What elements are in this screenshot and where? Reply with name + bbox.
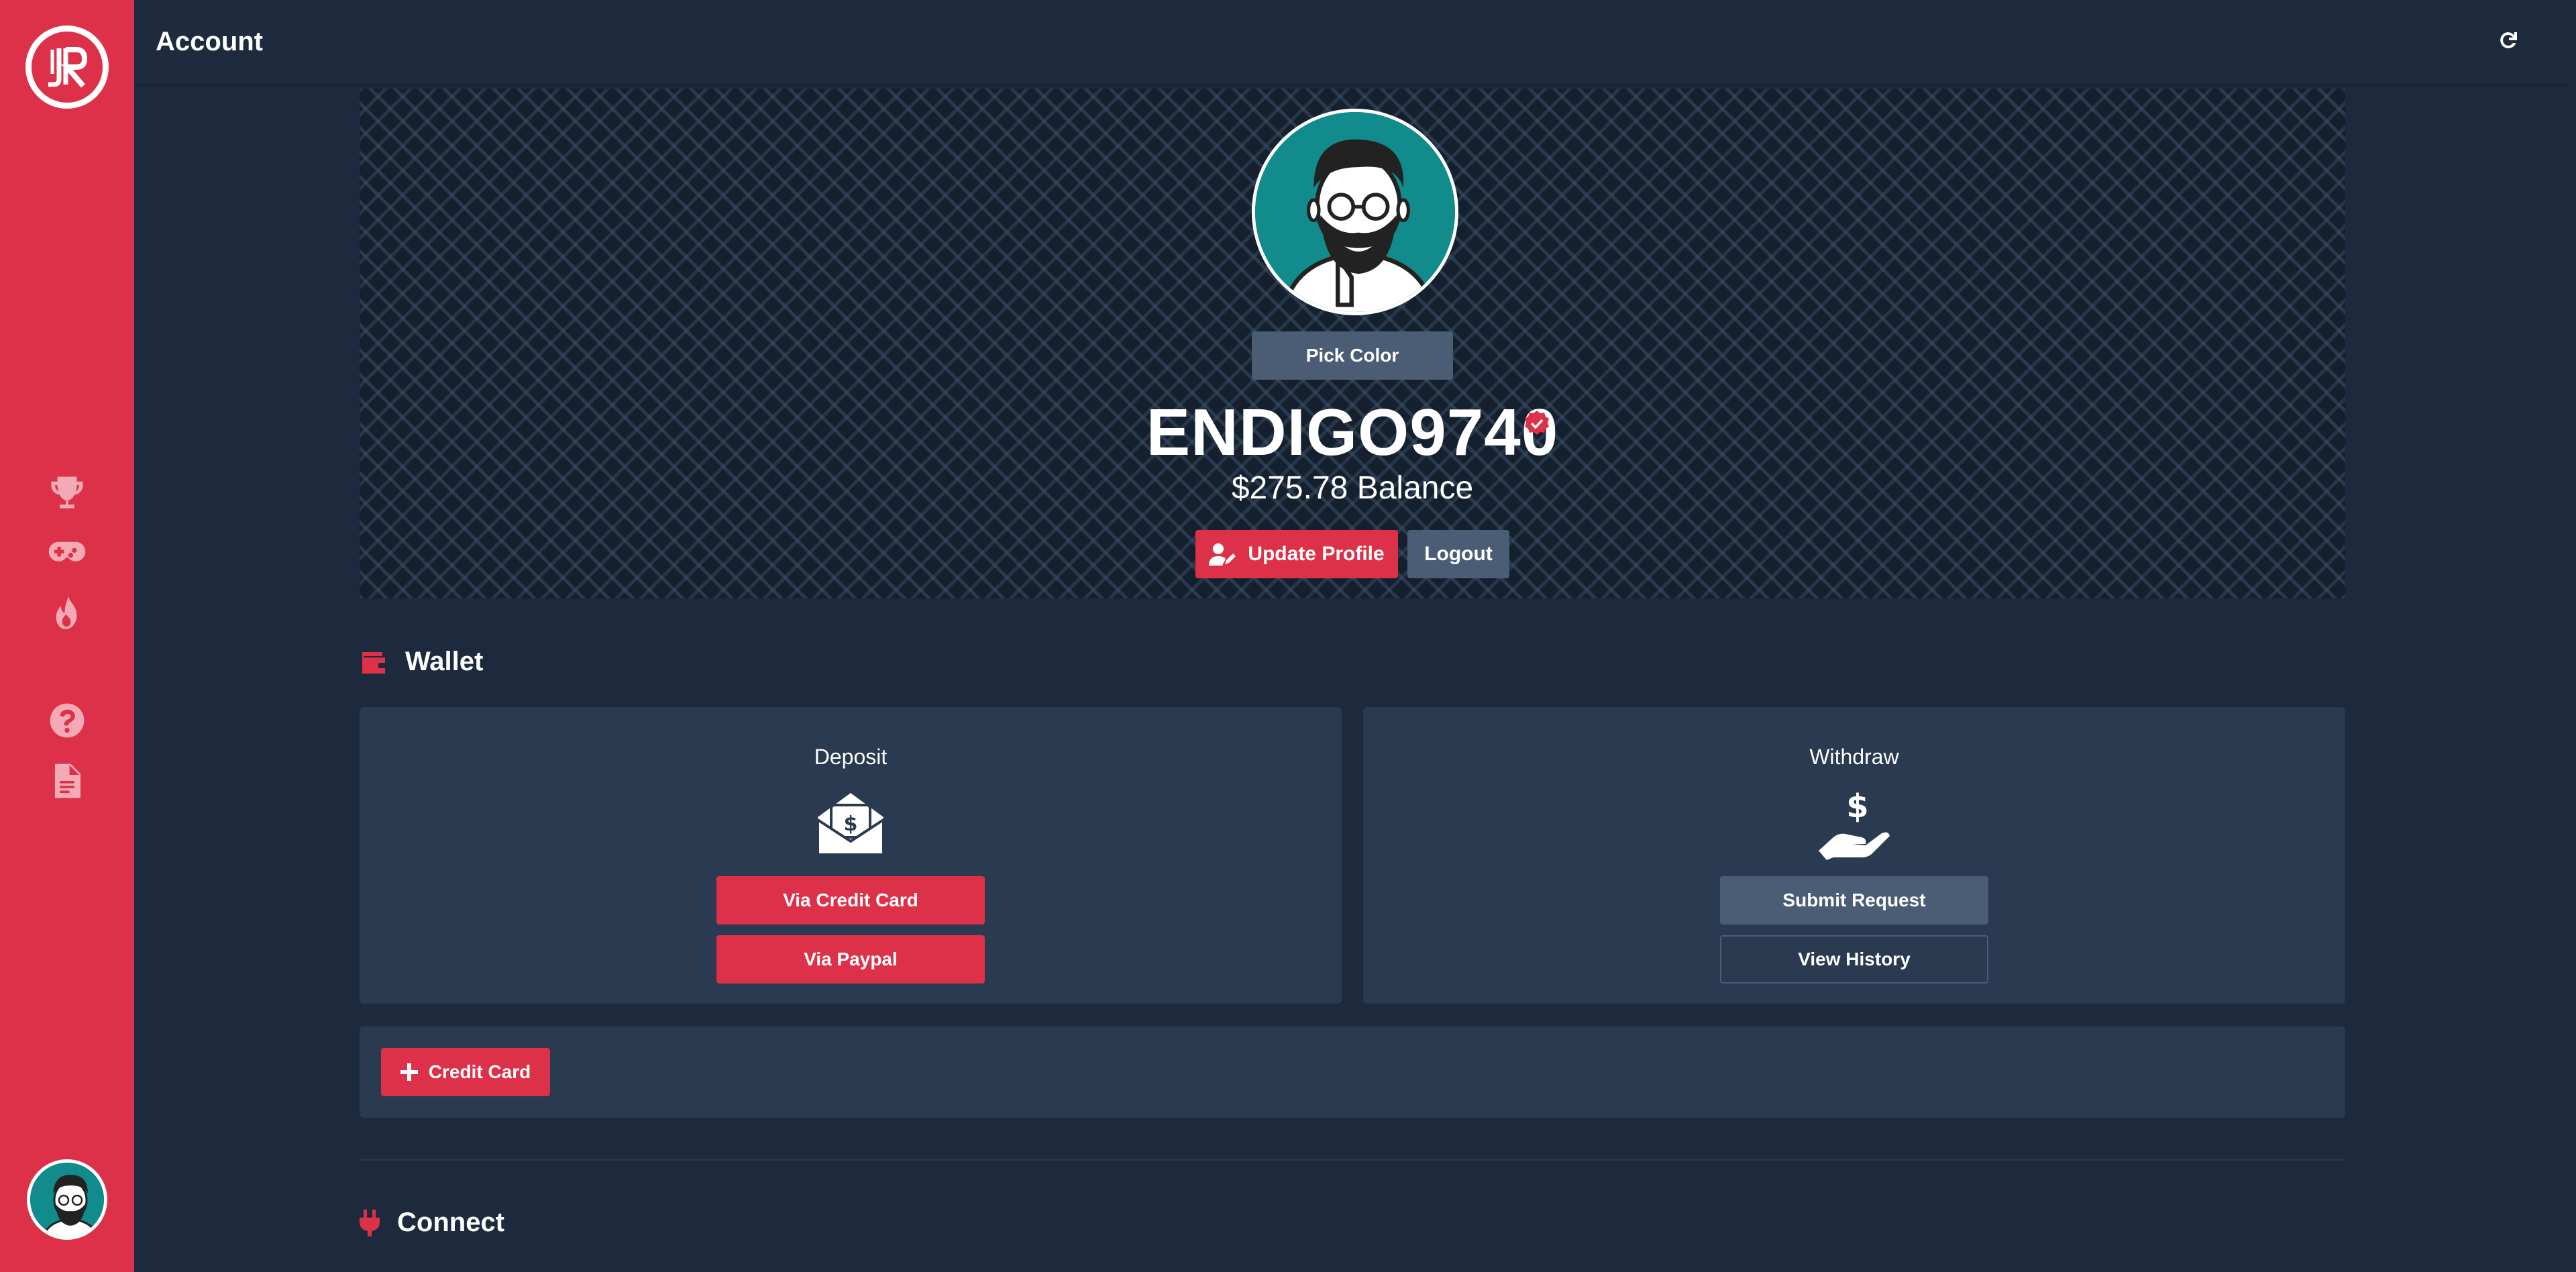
- wallet-icon: [362, 651, 386, 674]
- balance-text: $275.78 Balance: [1231, 470, 1474, 506]
- hand-dollar-icon: $: [1817, 786, 1891, 860]
- withdraw-card: Withdraw $ Submit Request View History: [1363, 707, 2345, 1004]
- view-history-button[interactable]: View History: [1720, 935, 1988, 984]
- deposit-credit-card-button[interactable]: Via Credit Card: [716, 876, 985, 924]
- sidebar: [0, 0, 134, 1272]
- add-credit-card-label: Credit Card: [428, 1061, 531, 1082]
- pick-color-button[interactable]: Pick Color: [1252, 331, 1453, 380]
- plus-icon: [400, 1063, 418, 1081]
- logout-button[interactable]: Logout: [1407, 530, 1509, 578]
- scrollbar[interactable]: [2568, 0, 2576, 939]
- trophy-icon[interactable]: [40, 466, 94, 519]
- gamepad-icon[interactable]: [40, 526, 94, 580]
- deposit-card: Deposit $ Via Credit Card Via Paypal: [360, 707, 1342, 1004]
- user-avatar[interactable]: [27, 1159, 107, 1240]
- wallet-heading: Wallet: [360, 647, 483, 677]
- svg-text:$: $: [1846, 788, 1868, 825]
- update-profile-button[interactable]: Update Profile: [1195, 530, 1398, 578]
- question-icon[interactable]: [40, 694, 94, 747]
- page-title: Account: [156, 27, 263, 56]
- logo-icon[interactable]: [25, 25, 109, 109]
- submit-request-button[interactable]: Submit Request: [1720, 876, 1988, 924]
- wallet-title: Wallet: [405, 647, 484, 676]
- connect-heading: Connect: [360, 1208, 504, 1238]
- user-edit-icon: [1209, 543, 1236, 566]
- section-divider: [360, 1159, 2345, 1161]
- deposit-paypal-button[interactable]: Via Paypal: [716, 935, 985, 984]
- document-icon[interactable]: [40, 754, 94, 808]
- update-profile-label: Update Profile: [1248, 543, 1385, 565]
- verified-badge-icon: [1523, 409, 1551, 437]
- svg-text:$: $: [844, 812, 858, 836]
- connect-title: Connect: [397, 1208, 504, 1237]
- plug-icon: [360, 1209, 380, 1236]
- refresh-icon[interactable]: [2493, 25, 2522, 55]
- username: ENDIGO9740: [1146, 395, 1559, 469]
- fire-icon[interactable]: [40, 586, 94, 640]
- profile-banner: Pick Color ENDIGO9740 $275.78 Balance Up…: [360, 89, 2345, 598]
- money-envelope-icon: $: [814, 786, 888, 860]
- top-header: Account: [134, 0, 2576, 86]
- credit-card-panel: Credit Card: [360, 1026, 2345, 1118]
- deposit-title: Deposit: [814, 745, 888, 769]
- profile-avatar: [1252, 109, 1458, 315]
- withdraw-title: Withdraw: [1809, 745, 1899, 769]
- add-credit-card-button[interactable]: Credit Card: [381, 1048, 550, 1096]
